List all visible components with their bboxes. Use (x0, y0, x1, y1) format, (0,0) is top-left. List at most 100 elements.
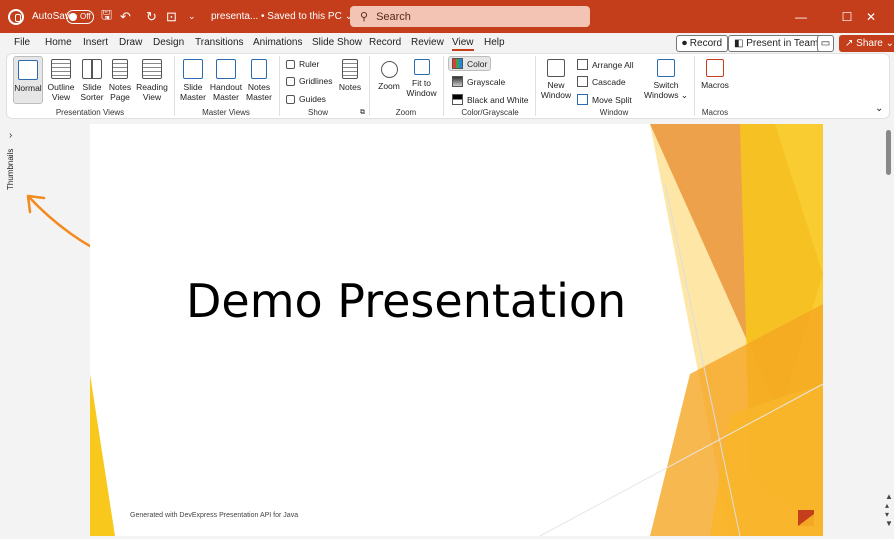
close-button[interactable]: ✕ (851, 0, 891, 33)
group-label-window: Window (599, 108, 629, 117)
slide-canvas[interactable]: Demo Presentation Generated with DevExpr… (90, 124, 823, 536)
handout-master-icon (216, 59, 236, 79)
group-divider (694, 56, 695, 116)
fit-to-window-button[interactable]: Fit to Window (405, 59, 438, 98)
tab-record[interactable]: Record (369, 37, 401, 48)
move-split-button[interactable]: Move Split (577, 94, 632, 105)
notes-icon (342, 59, 358, 79)
notes-page-icon (112, 59, 128, 79)
switch-windows-button[interactable]: Switch Windows ⌄ (643, 59, 689, 100)
zoom-magnifier-icon (380, 61, 398, 78)
minimize-button[interactable]: — (781, 0, 821, 33)
slide-background-shapes (90, 124, 823, 536)
comments-button[interactable]: ▭ (817, 35, 834, 52)
tab-draw[interactable]: Draw (119, 37, 142, 48)
normal-view-icon (18, 60, 38, 80)
group-divider (443, 56, 444, 116)
search-placeholder: Search (376, 10, 411, 23)
switch-windows-icon (657, 59, 675, 77)
notes-master-icon (251, 59, 267, 79)
zoom-button[interactable]: Zoom (376, 59, 402, 91)
group-divider (535, 56, 536, 116)
tab-view[interactable]: View (452, 37, 474, 51)
slide-sorter-icon (82, 59, 102, 79)
thumbnails-label[interactable]: Thumbnails (6, 149, 15, 190)
guides-checkbox[interactable]: Guides (286, 94, 326, 104)
customize-toolbar-icon[interactable]: ⌄ (188, 0, 196, 33)
tab-file[interactable]: File (14, 37, 30, 48)
notes-button[interactable]: Notes (338, 59, 362, 92)
tab-help[interactable]: Help (484, 37, 505, 48)
slide-footer: Generated with DevExpress Presentation A… (130, 512, 299, 519)
notes-page-button[interactable]: Notes Page (107, 59, 133, 102)
undo-icon[interactable]: ↶ (120, 0, 131, 33)
tab-animations[interactable]: Animations (253, 37, 302, 48)
slide-master-button[interactable]: Slide Master (179, 59, 207, 102)
arrange-all-button[interactable]: Arrange All (577, 59, 634, 70)
record-button[interactable]: ⏺ Record (676, 35, 729, 52)
scrollbar-thumb[interactable] (886, 130, 891, 175)
group-divider (369, 56, 370, 116)
title-bar: AutoSave Off 🖫 ↶ ↻ ⊡ ⌄ presenta... • Sav… (0, 0, 894, 33)
comment-icon: ▭ (820, 38, 831, 49)
color-mode-button[interactable]: Color (448, 56, 492, 71)
save-icon[interactable]: 🖫 (101, 0, 112, 33)
grayscale-icon (452, 76, 463, 87)
arrange-all-icon (577, 59, 588, 70)
color-icon (452, 58, 463, 69)
slide-master-icon (183, 59, 203, 79)
outline-view-button[interactable]: Outline View (45, 59, 77, 102)
present-in-teams-button[interactable]: ◧ Present in Teams (728, 35, 830, 52)
group-divider (279, 56, 280, 116)
share-icon: ↗ (845, 38, 857, 49)
scroll-arrows-icon[interactable]: ▲ ▴ ▾ ▼ (885, 492, 893, 528)
group-label-master-views: Master Views (202, 108, 250, 117)
tab-insert[interactable]: Insert (83, 37, 108, 48)
gridlines-checkbox[interactable]: Gridlines (286, 76, 333, 86)
reading-view-button[interactable]: Reading View (136, 59, 168, 102)
autosave-toggle[interactable]: Off (66, 0, 94, 33)
share-button[interactable]: ↗ Share ⌄ (839, 35, 894, 52)
fit-to-window-icon (413, 59, 430, 75)
ruler-checkbox[interactable]: Ruler (286, 59, 319, 69)
group-label-zoom: Zoom (395, 108, 417, 117)
search-icon: ⚲ (360, 11, 369, 23)
present-from-start-icon[interactable]: ⊡ (166, 0, 177, 33)
vertical-scrollbar[interactable] (884, 124, 894, 536)
cascade-button[interactable]: Cascade (577, 76, 626, 87)
powerpoint-app-icon (8, 0, 26, 33)
group-label-color-grayscale: Color/Grayscale (461, 108, 519, 117)
black-white-icon (452, 94, 463, 105)
show-dialog-launcher-icon[interactable]: ⧉ (360, 108, 365, 118)
document-title[interactable]: presenta... • Saved to this PC ⌄ (211, 0, 353, 33)
slide-sorter-button[interactable]: Slide Sorter (78, 59, 106, 102)
tab-transitions[interactable]: Transitions (195, 37, 244, 48)
cascade-icon (577, 76, 588, 87)
redo-icon[interactable]: ↻ (146, 0, 157, 33)
notes-master-button[interactable]: Notes Master (245, 59, 273, 102)
group-label-show: Show (307, 108, 328, 117)
expand-thumbnails-chevron-icon[interactable]: › (9, 130, 12, 141)
black-and-white-mode-button[interactable]: Black and White (452, 94, 528, 105)
group-divider (174, 56, 175, 116)
slide-title[interactable]: Demo Presentation (186, 274, 626, 328)
outline-view-icon (51, 59, 71, 79)
new-window-icon (547, 59, 565, 77)
tab-design[interactable]: Design (153, 37, 184, 48)
tab-slide-show[interactable]: Slide Show (312, 37, 362, 48)
teams-icon: ◧ (734, 38, 747, 49)
group-label-presentation-views: Presentation Views (55, 108, 125, 117)
normal-view-button[interactable]: Normal (13, 56, 43, 104)
search-box[interactable]: ⚲ Search (350, 6, 590, 27)
autosave-state: Off (80, 12, 91, 21)
tab-review[interactable]: Review (411, 37, 444, 48)
macros-button[interactable]: Macros (700, 59, 730, 90)
collapse-ribbon-chevron-icon[interactable]: ⌄ (875, 104, 883, 114)
reading-view-icon (142, 59, 162, 79)
new-window-button[interactable]: New Window (540, 59, 572, 100)
handout-master-button[interactable]: Handout Master (209, 59, 243, 102)
group-label-macros: Macros (701, 108, 729, 117)
record-icon: ⏺ (682, 38, 690, 49)
grayscale-mode-button[interactable]: Grayscale (452, 76, 505, 87)
tab-home[interactable]: Home (45, 37, 72, 48)
